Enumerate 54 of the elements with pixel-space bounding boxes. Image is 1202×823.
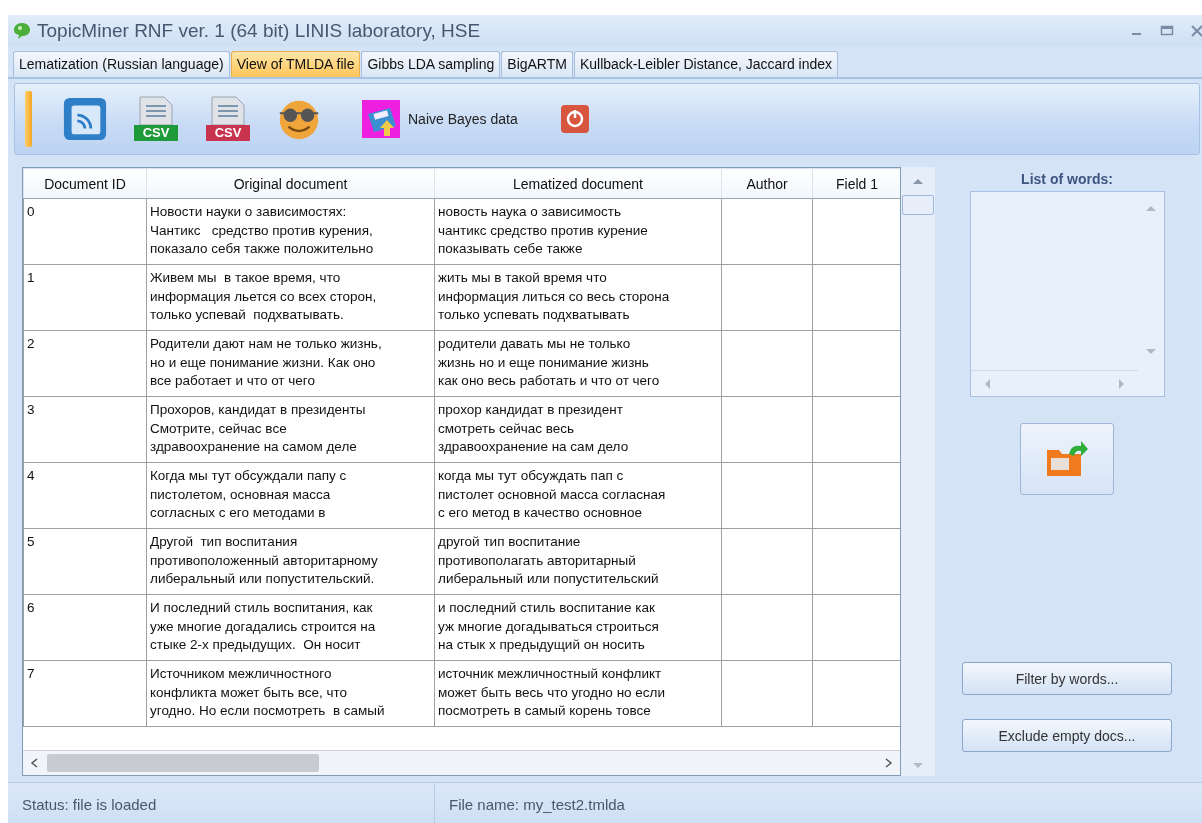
table-cell: когда мы тут обсуждать пап с пистолет основной масса согласная с его метод в качество основное <box>434 462 722 529</box>
table-cell: родители давать мы не только жизнь но и еще понимание жизнь как оно весь работать и что от чего <box>434 330 722 397</box>
column-header[interactable]: Field 1 <box>812 168 900 199</box>
table-cell: и последний стиль воспитание как уж многие догадываться строиться на стык х предыдущий он носить <box>434 594 722 661</box>
tab[interactable]: BigARTM <box>501 51 573 77</box>
maximize-icon[interactable] <box>1160 24 1174 38</box>
table-cell: источник межличностный конфликт может быть весь что угодно но если посмотреть в самый корень товсе <box>434 660 722 727</box>
table-cell: 4 <box>23 462 147 529</box>
table-cell: Когда мы тут обсуждали папу с пистолетом, основная масса согласных с его методами в <box>146 462 435 529</box>
tab[interactable]: Lematization (Russian language) <box>13 51 230 77</box>
tab[interactable]: Kullback-Leibler Distance, Jaccard index <box>573 51 839 77</box>
table-cell: жить мы в такой время что информация литься со весь сторона только успевать подхватывать <box>434 264 722 331</box>
floppy-icon <box>362 100 400 138</box>
side-button[interactable]: Exclude empty docs... <box>962 719 1172 752</box>
status-text: Status: file is loaded <box>8 783 435 823</box>
power-icon[interactable] <box>559 104 590 134</box>
table-cell: 7 <box>23 660 147 727</box>
table-cell: И последний стиль воспитания, как уже многие догадались строится на стыке 2-х предыдущих. Он носит <box>146 594 435 661</box>
column-header[interactable]: Document ID <box>23 168 147 199</box>
table-cell: 6 <box>23 594 147 661</box>
scroll-thumb[interactable] <box>902 195 934 215</box>
naive-bayes-button[interactable]: Naive Bayes data <box>362 100 518 138</box>
table-cell: другой тип воспитание противополагать авторитарный либеральный или попустительский <box>434 528 722 595</box>
table-cell: 1 <box>23 264 147 331</box>
toolbar-grip[interactable] <box>25 91 32 147</box>
tab[interactable]: View of TMLDA file <box>230 51 361 77</box>
column-header[interactable]: Author <box>721 168 813 199</box>
side-button[interactable]: Filter by words... <box>962 662 1172 695</box>
horizontal-scrollbar[interactable] <box>23 750 900 775</box>
table-cell: Прохоров, кандидат в президенты Смотрите, сейчас все здравоохранение на самом деле <box>146 396 435 463</box>
app-icon <box>12 21 32 41</box>
table-cell: 5 <box>23 528 147 595</box>
feed-icon[interactable] <box>62 96 108 142</box>
word-list[interactable] <box>969 191 1165 397</box>
table-cell: Родители дают нам не только жизнь, но и еще понимание жизни. Как оно все работает и что от чего <box>146 330 435 397</box>
window-title: TopicMiner RNF ver. 1 (64 bit) LINIS laboratory, HSE <box>37 20 481 42</box>
list-label: List of words: <box>1021 171 1113 187</box>
column-header[interactable]: Original document <box>146 168 435 199</box>
table-cell: Новости науки о зависимостях: Чантикс средство против курения, показало себя также положительно <box>146 198 435 265</box>
close-icon[interactable] <box>1190 24 1202 38</box>
column-header[interactable]: Lematized document <box>434 168 722 199</box>
folder-arrow-icon <box>1045 440 1089 478</box>
table-cell: Другой тип воспитания противоположенный авторитарному либеральный или попустительский. <box>146 528 435 595</box>
vertical-scrollbar[interactable] <box>901 167 935 776</box>
table-cell: 3 <box>23 396 147 463</box>
table-cell: 0 <box>23 198 147 265</box>
open-folder-button[interactable] <box>1020 423 1114 495</box>
tab[interactable]: Gibbs LDA sampling <box>361 51 501 77</box>
table-cell: новость наука о зависимость чантикс средство против курение показывать себе также <box>434 198 722 265</box>
table-cell: 2 <box>23 330 147 397</box>
table-cell: Живем мы в такое время, что информация льется со всех сторон, только успевай подхватывать. <box>146 264 435 331</box>
table-cell: Источником межличностного конфликта может быть все, что угодно. Но если посмотреть в самый <box>146 660 435 727</box>
file-name-text: File name: my_test2.tmlda <box>448 795 625 815</box>
table-cell: прохор кандидат в президент смотреть сейчас весь здравоохранение на сам дело <box>434 396 722 463</box>
